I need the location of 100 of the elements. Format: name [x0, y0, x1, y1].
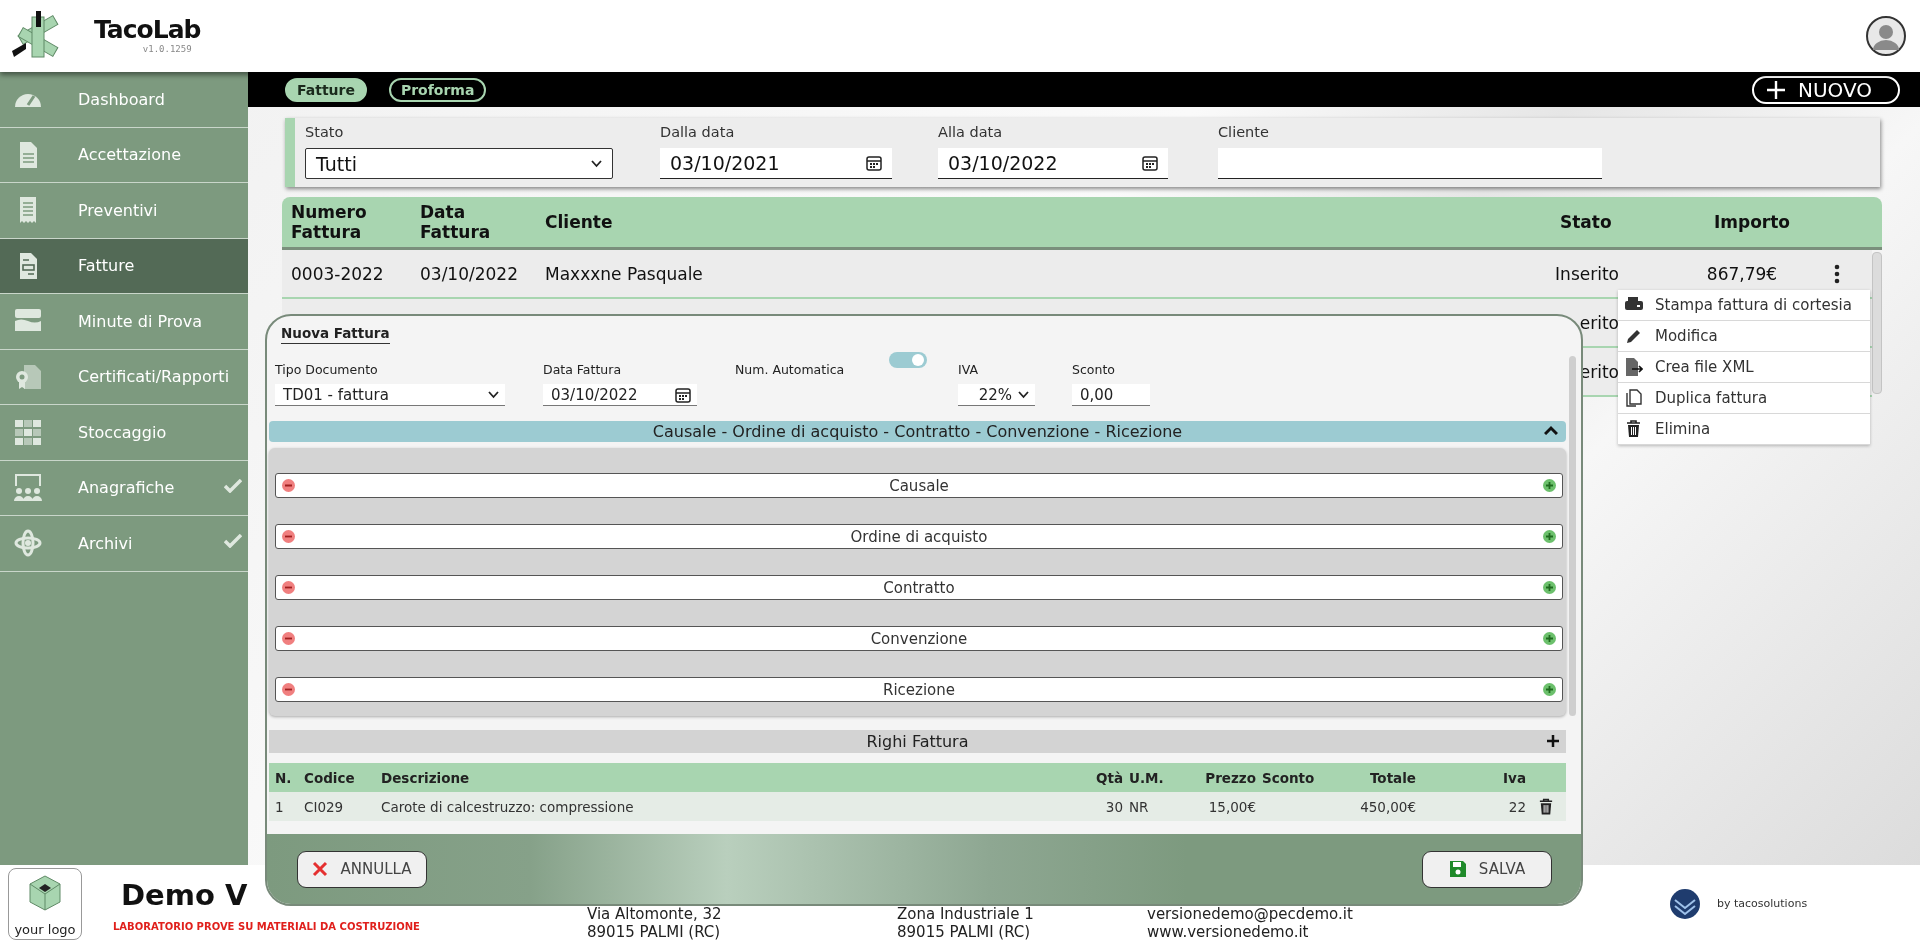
menu-item[interactable]: Elimina [1618, 414, 1870, 445]
scrollbar[interactable] [1569, 356, 1576, 716]
section-header[interactable]: Causale - Ordine di acquisto - Contratto - Convenzione - Ricezione [269, 421, 1566, 442]
column-header: U.M. [1128, 769, 1165, 786]
menu-item[interactable]: Crea file XML [1618, 352, 1870, 383]
logo-label: your logo [14, 921, 76, 937]
section-row[interactable]: Convenzione [275, 626, 1563, 651]
minus-icon[interactable] [282, 632, 295, 645]
date-field[interactable]: 03/10/2021 [660, 148, 892, 179]
sidebar-item[interactable]: Fatture [0, 238, 248, 294]
minus-icon[interactable] [282, 581, 295, 594]
section-row[interactable]: Ricezione [275, 677, 1563, 702]
table-cell-text: 30 [1104, 798, 1123, 815]
input-field[interactable] [1218, 148, 1602, 179]
column-header: Data Fattura [419, 202, 492, 242]
dropdown[interactable]: TD01 - fattura [275, 384, 505, 406]
field-label: IVA [958, 362, 979, 378]
field-label: Dalla data [660, 124, 736, 142]
table-cell-text: 03/10/2022 [419, 263, 519, 284]
table-cell-text: 450,00€ [1359, 798, 1416, 815]
contact-line: 89015 PALMI (RC) [897, 922, 1032, 941]
plus-icon[interactable] [1546, 734, 1560, 748]
plus-icon[interactable] [1543, 479, 1556, 492]
minus-icon[interactable] [282, 530, 295, 543]
tab[interactable]: Proforma [388, 77, 487, 102]
input-field[interactable]: 0,00 [1072, 384, 1150, 406]
dialog-title: Nuova Fattura [281, 325, 390, 344]
people-icon [12, 471, 44, 504]
minus-icon[interactable] [282, 479, 295, 492]
contact-line: 89015 PALMI (RC) [587, 922, 722, 941]
column-header: Iva [1502, 769, 1526, 786]
column-header: Sconto [1261, 769, 1316, 786]
scrollbar[interactable] [1872, 252, 1882, 394]
table-cell-text: 1 [274, 798, 285, 815]
table-cell-text: CI029 [304, 798, 345, 815]
field-label: Num. Automatica [735, 362, 845, 378]
contact-line: Via Altomonte, 32 [587, 904, 723, 923]
column-header: Totale [1368, 769, 1416, 786]
calendar-icon[interactable] [1142, 155, 1158, 171]
more-icon[interactable] [1834, 263, 1840, 284]
field-label: Stato [305, 124, 345, 142]
dropdown[interactable]: 22% [958, 384, 1035, 406]
tagline: LABORATORIO PROVE SU MATERIALI DA COSTRUZIONE [113, 921, 421, 932]
calendar-icon[interactable] [866, 155, 882, 171]
avatar[interactable] [1866, 16, 1906, 56]
row-label: Causale [889, 476, 949, 495]
field-label: Alla data [938, 124, 1004, 142]
column-header: N. [274, 769, 293, 786]
column-header: Qtà [1094, 769, 1123, 786]
menu-item[interactable]: Stampa fattura di cortesia [1618, 290, 1870, 321]
chevron-down-icon [1018, 390, 1029, 399]
plus-icon [1765, 79, 1786, 100]
cancel-button[interactable]: ANNULLA [297, 850, 427, 888]
toggle-switch[interactable] [889, 352, 927, 368]
table-cell-text: 15,00€ [1207, 798, 1256, 815]
table-cell: Inserito [1555, 263, 1619, 284]
save-button[interactable]: SALVA [1422, 850, 1552, 888]
copy-icon [1625, 389, 1643, 407]
date-field[interactable]: 03/10/2022 [543, 384, 697, 406]
table-cell-text: Carote di calcestruzzo: compressione [381, 798, 635, 815]
row-label: Ordine di acquisto [850, 527, 988, 546]
company-name: Demo V [121, 877, 249, 914]
brand-logo [1669, 887, 1701, 920]
credit-label: by tacosolutions [1717, 897, 1808, 910]
trash-icon [1625, 420, 1643, 438]
menu-item[interactable]: Modifica [1618, 321, 1870, 352]
column-header: Cliente [544, 212, 614, 232]
chevron-down-icon [488, 390, 499, 399]
contact-line: versionedemo@pecdemo.it [1147, 904, 1354, 923]
plus-icon[interactable] [1543, 683, 1556, 696]
column-header: Descrizione [381, 769, 471, 786]
column-header: Codice [304, 769, 356, 786]
plus-icon[interactable] [1543, 530, 1556, 543]
app-name: TacoLab [94, 14, 201, 44]
section-row[interactable]: Causale [275, 473, 1563, 498]
contact-line: Zona Industriale 1 [897, 904, 1035, 923]
new-button[interactable]: NUOVO [1751, 75, 1900, 104]
column-header: Numero Fattura [290, 202, 368, 242]
column-header: Prezzo [1204, 769, 1256, 786]
tab[interactable]: Fatture [285, 77, 367, 102]
menu-item[interactable]: Duplica fattura [1618, 383, 1870, 414]
row-label: Contratto [883, 578, 955, 597]
section-row[interactable]: Contratto [275, 575, 1563, 600]
pencil-icon [1625, 327, 1643, 345]
version-label: v1.0.1259 [142, 43, 192, 54]
chevron-down-icon [591, 159, 602, 168]
close-icon [312, 861, 329, 877]
date-field[interactable]: 03/10/2022 [938, 148, 1168, 179]
field-label: Cliente [1218, 124, 1270, 142]
file-export-icon [1625, 358, 1643, 376]
calendar-icon[interactable] [675, 386, 691, 403]
field-label: Data Fattura [543, 362, 623, 378]
dropdown[interactable]: Tutti [305, 148, 613, 179]
plus-icon[interactable] [1543, 632, 1556, 645]
section-row[interactable]: Ordine di acquisto [275, 524, 1563, 549]
minus-icon[interactable] [282, 683, 295, 696]
trash-icon[interactable] [1538, 797, 1554, 816]
field-label: Sconto [1072, 362, 1116, 378]
table-cell: erito [1579, 312, 1619, 333]
plus-icon[interactable] [1543, 581, 1556, 594]
